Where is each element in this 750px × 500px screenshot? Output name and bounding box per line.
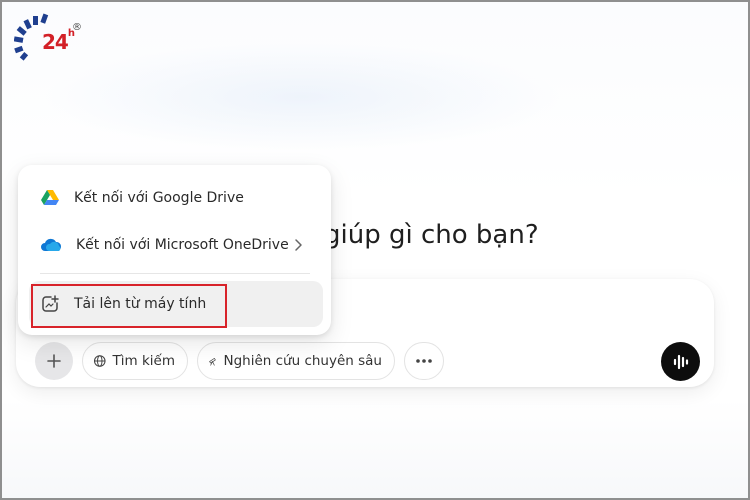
logo-24h: 24h ® <box>14 12 82 68</box>
logo-registered-mark: ® <box>72 22 82 33</box>
highlight-box <box>31 284 227 328</box>
chevron-right-icon <box>295 239 302 251</box>
google-drive-icon <box>41 190 59 205</box>
background-haze <box>42 42 562 152</box>
screenshot-frame: 24h ® giúp gì cho bạn? Tìm kiếm Nghiên c… <box>0 0 750 500</box>
more-options-button[interactable] <box>404 342 444 380</box>
menu-divider <box>40 273 310 274</box>
voice-waveform-icon <box>673 354 688 369</box>
logo-text: 24h <box>42 28 75 54</box>
menu-item-google-drive[interactable]: Kết nối với Google Drive <box>40 188 244 208</box>
onedrive-icon <box>41 238 62 251</box>
search-chip-label: Tìm kiếm <box>112 353 175 369</box>
voice-mode-button[interactable] <box>661 342 700 381</box>
more-dots-icon <box>416 359 432 363</box>
deep-research-chip-button[interactable]: Nghiên cứu chuyên sâu <box>197 342 395 380</box>
menu-item-label: Kết nối với Microsoft OneDrive <box>76 237 289 253</box>
menu-item-onedrive[interactable]: Kết nối với Microsoft OneDrive <box>40 235 289 255</box>
add-attachment-button[interactable] <box>35 342 73 380</box>
telescope-icon <box>209 358 216 366</box>
globe-icon <box>93 355 106 367</box>
menu-item-label: Kết nối với Google Drive <box>74 190 244 206</box>
plus-icon <box>47 354 61 368</box>
page-heading: giúp gì cho bạn? <box>324 220 539 250</box>
deep-research-chip-label: Nghiên cứu chuyên sâu <box>223 353 383 369</box>
search-chip-button[interactable]: Tìm kiếm <box>82 342 188 380</box>
